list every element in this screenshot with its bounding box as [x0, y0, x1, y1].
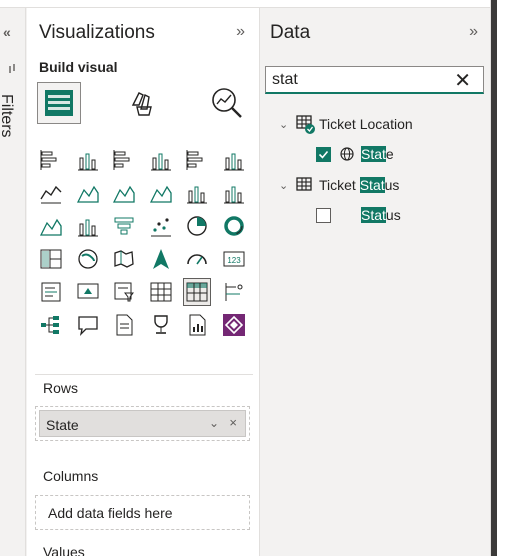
svg-text:123: 123: [227, 256, 241, 265]
decomposition-tree-icon[interactable]: [37, 311, 65, 339]
scatter-chart-icon[interactable]: [147, 212, 175, 240]
field-name-rest: us: [385, 207, 401, 223]
window-right-edge: [490, 0, 509, 556]
rows-well-label: Rows: [43, 380, 79, 396]
stacked-column-chart-icon[interactable]: [74, 146, 102, 174]
globe-icon: [340, 147, 354, 161]
format-visual-tab[interactable]: [121, 82, 165, 124]
waterfall-chart-icon[interactable]: [74, 212, 102, 240]
build-visual-label: Build visual: [39, 59, 118, 75]
divider: [35, 374, 253, 375]
checkmark-icon: [318, 150, 329, 159]
clustered-bar-chart-icon[interactable]: [110, 146, 138, 174]
format-visual-icon: [131, 92, 152, 116]
smart-narrative-icon[interactable]: [110, 311, 138, 339]
card-icon[interactable]: 123: [220, 245, 248, 273]
line-chart-icon[interactable]: [37, 179, 65, 207]
100-stacked-column-chart-icon[interactable]: [220, 146, 248, 174]
remove-field-icon[interactable]: ×: [229, 415, 237, 430]
visualizations-title: Visualizations: [39, 22, 155, 43]
paginated-report-icon[interactable]: [183, 311, 211, 339]
table-icon: [296, 177, 312, 191]
filters-label: Filters: [0, 94, 15, 138]
kpi-icon[interactable]: [74, 278, 102, 306]
filters-pane-collapsed[interactable]: « Filters: [0, 8, 26, 556]
map-icon[interactable]: [74, 245, 102, 273]
columns-well-label: Columns: [43, 468, 99, 484]
search-box[interactable]: ✕: [265, 66, 484, 94]
gauge-icon[interactable]: [183, 245, 211, 273]
power-apps-icon[interactable]: [220, 311, 248, 339]
key-influencers-icon[interactable]: [220, 278, 248, 306]
data-title: Data: [270, 22, 311, 43]
100-stacked-bar-chart-icon[interactable]: [183, 146, 211, 174]
field-state[interactable]: Stat e: [316, 143, 394, 165]
slicer-icon[interactable]: [110, 278, 138, 306]
search-match-highlight: Stat: [359, 177, 385, 193]
columns-well[interactable]: Add data fields here: [35, 495, 250, 530]
filter-icon: [9, 64, 15, 73]
table-name: Ticket Location: [319, 116, 413, 132]
visualizations-pane: Visualizations » Build visual 123 Rows S…: [27, 8, 260, 556]
collapse-visualizations-icon[interactable]: »: [236, 23, 245, 41]
rows-field-pill[interactable]: State ⌄ ×: [39, 410, 246, 437]
donut-chart-icon[interactable]: [220, 212, 248, 240]
clear-search-icon[interactable]: ✕: [454, 68, 471, 93]
rows-field-name: State: [46, 417, 79, 433]
filled-map-icon[interactable]: [110, 245, 138, 273]
multi-row-card-icon[interactable]: [37, 278, 65, 306]
analytics-tab[interactable]: [205, 82, 249, 124]
power-bi-panes: « Filters Visualizations » Build visual: [0, 0, 509, 556]
data-pane: Data » ✕ ⌄ Ticket Location: [261, 8, 490, 556]
table-geo-icon: [296, 115, 315, 134]
line-and-stacked-column-chart-icon[interactable]: [183, 179, 211, 207]
azure-map-icon[interactable]: [147, 245, 175, 273]
chevron-down-icon[interactable]: ⌄: [279, 118, 295, 131]
treemap-icon[interactable]: [37, 245, 65, 273]
chevron-down-icon[interactable]: ⌄: [279, 179, 295, 192]
scrollbar[interactable]: [491, 0, 497, 556]
field-checkbox[interactable]: [316, 207, 331, 223]
search-input[interactable]: [272, 70, 442, 90]
build-visual-icon: [45, 90, 73, 116]
build-visual-tab[interactable]: [37, 82, 81, 124]
ribbon-chart-icon[interactable]: [37, 212, 65, 240]
table-icon[interactable]: [147, 278, 175, 306]
top-strip: [0, 0, 509, 8]
matrix-icon[interactable]: [183, 278, 211, 306]
field-status[interactable]: Stat us: [316, 204, 401, 226]
area-chart-icon[interactable]: [74, 179, 102, 207]
table-ticket-location[interactable]: ⌄ Ticket Location: [279, 113, 413, 135]
values-well-label: Values: [43, 544, 85, 556]
metrics-icon[interactable]: [147, 311, 175, 339]
table-name-prefix: Ticket: [319, 177, 360, 193]
analytics-icon: [212, 88, 242, 118]
line-and-clustered-column-chart-icon[interactable]: [220, 179, 248, 207]
rows-well[interactable]: State ⌄ ×: [35, 406, 250, 441]
search-match-highlight: Stat: [361, 207, 386, 223]
qa-icon[interactable]: [74, 311, 102, 339]
pie-chart-icon[interactable]: [183, 212, 211, 240]
funnel-chart-icon[interactable]: [110, 212, 138, 240]
100-stacked-area-chart-icon[interactable]: [147, 179, 175, 207]
stacked-area-chart-icon[interactable]: [110, 179, 138, 207]
chevron-down-icon[interactable]: ⌄: [209, 416, 219, 430]
field-name-rest: e: [385, 146, 394, 162]
field-checkbox[interactable]: [316, 146, 331, 162]
columns-placeholder: Add data fields here: [48, 505, 173, 521]
search-match-highlight: Stat: [361, 146, 386, 162]
stacked-bar-chart-icon[interactable]: [37, 146, 65, 174]
expand-filters-icon[interactable]: «: [3, 24, 11, 40]
visual-mode-tabs: [27, 78, 260, 134]
table-name-rest: us: [384, 177, 400, 193]
clustered-column-chart-icon[interactable]: [147, 146, 175, 174]
collapse-data-icon[interactable]: »: [469, 23, 478, 41]
table-ticket-status[interactable]: ⌄ Ticket Stat us: [279, 174, 399, 196]
